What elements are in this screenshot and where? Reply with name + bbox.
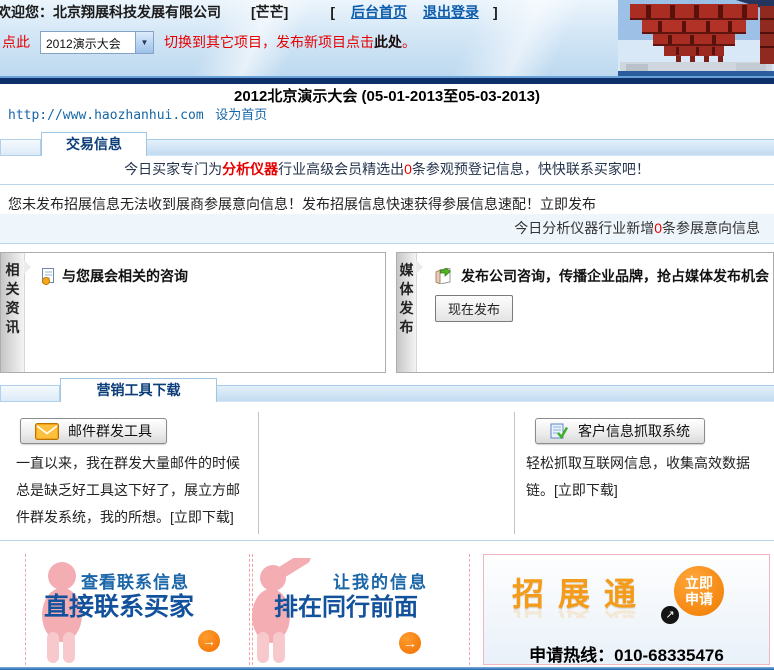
media-panel-side-label: 媒体发布: [399, 261, 415, 372]
rank-first-banner[interactable]: 让我的信息 排在同行前面 →: [252, 554, 470, 665]
customer-capture-tool-button[interactable]: 客户信息抓取系统: [535, 418, 705, 444]
switch-text: 切换到其它项目，发布新项目点击: [164, 32, 374, 52]
headline-post: 条参观预登记信息，快快联系买家吧！: [412, 161, 650, 177]
customer-capture-tool-label: 客户信息抓取系统: [578, 421, 690, 441]
related-panel-sidebar: 相关资讯: [1, 253, 25, 372]
publish-now-button[interactable]: 现在发布: [435, 295, 513, 322]
publish-now-link[interactable]: 立即发布: [540, 196, 596, 212]
welcome-bar: 欢迎您：北京翔展科技发展有限公司 [芒芒] [ 后台首页 退出登录 ]: [0, 3, 498, 21]
navy-divider-bar: [0, 76, 774, 84]
notice-text: 您未发布招展信息无法收到展商参展意向信息！发布招展信息快速获得参展信息速配！: [8, 196, 540, 212]
daily-pre: 今日分析仪器行业新增: [514, 220, 654, 236]
project-select-value: 2012演示大会: [41, 32, 135, 53]
email-blast-tool-button[interactable]: 邮件群发工具: [20, 418, 167, 444]
daily-post: 条参展意向信息: [662, 220, 760, 236]
set-homepage-link[interactable]: 设为首页: [215, 107, 267, 122]
daily-count: 0: [654, 220, 662, 236]
page: 欢迎您：北京翔展科技发展有限公司 [芒芒] [ 后台首页 退出登录 ] 点此 2…: [0, 0, 774, 670]
email-tool-description: 一直以来，我在群发大量邮件的时候总是缺乏好工具这下好了，展立方邮件群发系统，我的…: [16, 450, 248, 531]
arrow-right-icon: →: [399, 632, 421, 654]
hotline-text: 申请热线：010-68335476: [484, 641, 769, 666]
arrow-up-right-icon: ↗: [661, 606, 679, 624]
click-here-label: 点此: [2, 32, 30, 52]
capture-tool-description: 轻松抓取互联网信息，收集高效数据链。[立即下载]: [526, 450, 758, 504]
arrow-right-icon: →: [198, 630, 220, 652]
publish-icon: [433, 268, 455, 284]
event-title: 2012北京演示大会 (05-01-2013至05-03-2013): [0, 85, 774, 106]
bracket-close: ]: [493, 4, 498, 20]
divider: [0, 243, 774, 244]
related-panel-title: 与您展会相关的咨询: [62, 266, 188, 286]
column-divider: [258, 412, 259, 534]
notice-line: 您未发布招展信息无法收到展商参展意向信息！发布招展信息快速获得参展信息速配！立即…: [8, 194, 596, 214]
divider: [0, 184, 774, 185]
logout-link[interactable]: 退出登录: [423, 2, 479, 22]
welcome-text: 欢迎您：北京翔展科技发展有限公司: [0, 2, 221, 22]
apply-now-button[interactable]: 立即 申请: [674, 566, 724, 616]
email-download-link[interactable]: [立即下载]: [170, 509, 234, 525]
apply-line1: 立即: [685, 575, 713, 591]
trade-headline: 今日买家专门为分析仪器行业高级会员精选出0条参观预登记信息，快快联系买家吧！: [0, 159, 774, 179]
email-blast-tool-label: 邮件群发工具: [68, 421, 152, 441]
admin-home-link[interactable]: 后台首页: [351, 2, 407, 22]
tools-tab-stub: [0, 385, 60, 402]
headline-mid: 行业高级会员精选出: [278, 161, 404, 177]
media-panel-content: 发布公司咨询，传播企业品牌，抢占媒体发布机会 现在发布: [417, 253, 773, 372]
column-divider: [514, 412, 515, 534]
tab-trade-info[interactable]: 交易信息: [41, 132, 147, 156]
related-info-panel: 相关资讯 与您展会相关的咨询: [0, 252, 386, 373]
expo-pavilion-image: [618, 0, 774, 77]
capture-download-link[interactable]: [立即下载]: [554, 482, 618, 498]
contact-buyers-banner[interactable]: 查看联系信息 直接联系买家 →: [25, 554, 250, 665]
project-select[interactable]: 2012演示大会 ▼: [40, 31, 154, 54]
site-url-link[interactable]: http://www.haozhanhui.com: [8, 108, 204, 123]
url-bar: http://www.haozhanhui.com 设为首页: [8, 104, 267, 123]
media-panel-sidebar: 媒体发布: [397, 253, 417, 372]
project-switch-bar: 点此 2012演示大会 ▼ 切换到其它项目，发布新项目点击 此处 。: [2, 31, 416, 53]
banner-line2: 直接联系买家: [44, 587, 194, 623]
headline-pre: 今日买家专门为: [124, 161, 222, 177]
email-icon: [35, 423, 59, 440]
user-nickname: [芒芒]: [251, 2, 288, 22]
trade-tab-stub: [0, 139, 41, 156]
related-panel-side-label: 相关资讯: [5, 261, 21, 372]
brand-reflection: 招展通: [512, 603, 650, 618]
headline-count: 0: [404, 161, 412, 177]
bracket-open: [: [330, 4, 335, 20]
switch-period: 。: [402, 32, 416, 52]
tab-marketing-tools[interactable]: 营销工具下载: [60, 378, 217, 402]
related-panel-content: 与您展会相关的咨询: [25, 253, 385, 372]
media-publish-panel: 媒体发布 发布公司咨询，传播企业品牌，抢占媒体发布机会 现在发布: [396, 252, 774, 373]
headline-industry: 分析仪器: [222, 161, 278, 177]
brand-reflection-text: 招展通: [512, 603, 650, 618]
zhaozhantong-banner[interactable]: 招展通 招展通 立即 申请 ↗ 申请热线：010-68335476: [483, 554, 770, 665]
apply-line2: 申请: [685, 591, 713, 607]
dropdown-arrow-icon: ▼: [135, 32, 153, 53]
media-panel-title: 发布公司咨询，传播企业品牌，抢占媒体发布机会: [461, 266, 769, 286]
top-header-band: 欢迎您：北京翔展科技发展有限公司 [芒芒] [ 后台首页 退出登录 ] 点此 2…: [0, 0, 774, 77]
switch-here-link[interactable]: 此处: [374, 32, 402, 52]
document-icon: [41, 268, 56, 285]
daily-count-row: 今日分析仪器行业新增0条参展意向信息: [0, 214, 774, 243]
banner-line2: 排在同行前面: [274, 587, 418, 622]
divider: [0, 540, 774, 541]
capture-icon: [550, 423, 569, 440]
